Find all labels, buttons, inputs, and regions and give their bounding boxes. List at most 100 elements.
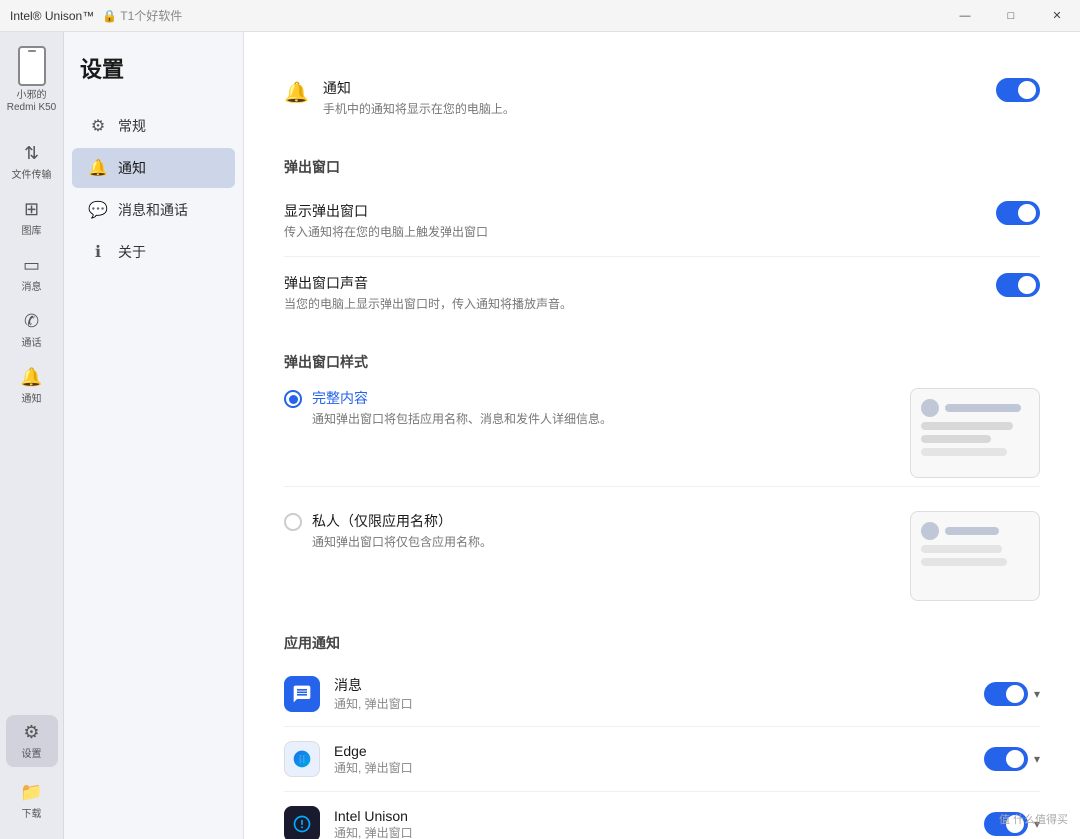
messages-app-sub: 通知, 弹出窗口 xyxy=(334,695,970,712)
main-content: 🔔 通知 手机中的通知将显示在您的电脑上。 弹出窗口 显示弹出窗口 xyxy=(244,32,1080,839)
popup-sound-title: 弹出窗口声音 xyxy=(284,273,572,293)
popup-section-label: 弹出窗口 xyxy=(284,157,1040,177)
main-notification-item: 🔔 通知 手机中的通知将显示在您的电脑上。 xyxy=(284,62,1040,133)
edge-app-name: Edge xyxy=(334,743,970,759)
sidebar-item-downloads[interactable]: 📁 下载 xyxy=(6,775,58,827)
messages-app-toggle[interactable] xyxy=(984,682,1028,706)
sidebar-item-settings[interactable]: ⚙ 设置 xyxy=(6,715,58,767)
edge-app-icon xyxy=(284,741,320,777)
titlebar-controls: — □ ✕ xyxy=(942,0,1080,32)
notifications-icon: 🔔 xyxy=(20,367,42,388)
titlebar: Intel® Unison™ 🔒 T1个好软件 — □ ✕ xyxy=(0,0,1080,32)
about-menu-icon: ℹ xyxy=(88,242,108,262)
popup-sound-toggle-track[interactable] xyxy=(996,273,1040,297)
radio-option-full[interactable]: 完整内容 通知弹出窗口将包括应用名称、消息和发件人详细信息。 xyxy=(284,380,1040,487)
popup-preview-private xyxy=(910,511,1040,601)
downloads-icon: 📁 xyxy=(20,782,42,803)
gallery-icon: ⊞ xyxy=(24,199,39,220)
edge-app-sub: 通知, 弹出窗口 xyxy=(334,759,970,776)
sidebar-item-notifications[interactable]: 🔔 通知 xyxy=(6,360,58,412)
main-notification-desc: 手机中的通知将显示在您的电脑上。 xyxy=(323,100,515,117)
radio-private-desc: 通知弹出窗口将仅包含应用名称。 xyxy=(312,533,492,550)
popup-toggle-desc: 传入通知将在您的电脑上触发弹出窗口 xyxy=(284,223,488,240)
edge-app-chevron[interactable]: ▾ xyxy=(1034,752,1040,766)
sidebar-item-gallery-label: 图库 xyxy=(22,222,42,237)
radio-option-private[interactable]: 私人（仅限应用名称） 通知弹出窗口将仅包含应用名称。 xyxy=(284,503,1040,609)
close-button[interactable]: ✕ xyxy=(1034,0,1080,32)
app-title: Intel® Unison™ xyxy=(10,9,94,23)
settings-menu-about-label: 关于 xyxy=(118,242,146,262)
radio-options: 完整内容 通知弹出窗口将包括应用名称、消息和发件人详细信息。 xyxy=(284,380,1040,609)
popup-sound-item: 弹出窗口声音 当您的电脑上显示弹出窗口时，传入通知将播放声音。 xyxy=(284,257,1040,328)
intel-app-icon xyxy=(284,806,320,839)
sidebar-item-notifications-label: 通知 xyxy=(22,390,42,405)
sidebar-item-calls[interactable]: ✆ 通话 xyxy=(6,304,58,356)
messages-app-toggle-track[interactable] xyxy=(984,682,1028,706)
popup-toggle-title: 显示弹出窗口 xyxy=(284,201,488,221)
popup-style-label: 弹出窗口样式 xyxy=(284,352,1040,372)
messages-app-icon xyxy=(284,676,320,712)
main-notification-title: 通知 xyxy=(323,78,515,98)
popup-sound-toggle[interactable] xyxy=(996,273,1040,297)
sidebar-item-downloads-label: 下载 xyxy=(22,805,42,820)
messages-app-controls: ▾ xyxy=(984,682,1040,706)
edge-app-info: Edge 通知, 弹出窗口 xyxy=(334,743,970,776)
messages-app-chevron[interactable]: ▾ xyxy=(1034,687,1040,701)
narrow-nav: 小邪的Redmi K50 ⇅ 文件传输 ⊞ 图库 ▭ 消息 ✆ 通话 🔔 通知 … xyxy=(0,32,64,839)
sidebar-item-file-transfer-label: 文件传输 xyxy=(12,166,52,181)
popup-toggle-item: 显示弹出窗口 传入通知将在您的电脑上触发弹出窗口 xyxy=(284,185,1040,257)
popup-sound-desc: 当您的电脑上显示弹出窗口时，传入通知将播放声音。 xyxy=(284,295,572,312)
watermark: 值 什么值得买 xyxy=(999,811,1068,827)
sidebar-item-messages[interactable]: ▭ 消息 xyxy=(6,248,58,300)
messages-app-name: 消息 xyxy=(334,675,970,695)
messages-icon: ▭ xyxy=(23,255,40,276)
app-notifications-section: 应用通知 消息 通知, 弹出窗口 ▾ xyxy=(284,633,1040,839)
sidebar-item-messages-label: 消息 xyxy=(22,278,42,293)
settings-menu-messages-label: 消息和通话 xyxy=(118,200,188,220)
intel-app-info: Intel Unison 通知, 弹出窗口 xyxy=(334,808,970,839)
sidebar-item-settings-label: 设置 xyxy=(22,745,42,760)
settings-sidebar: 设置 ⚙ 常规 🔔 通知 💬 消息和通话 ℹ 关于 xyxy=(64,32,244,839)
settings-menu-about[interactable]: ℹ 关于 xyxy=(72,232,235,272)
popup-preview-full xyxy=(910,388,1040,478)
radio-full-desc: 通知弹出窗口将包括应用名称、消息和发件人详细信息。 xyxy=(312,410,612,427)
app-notif-intel: Intel Unison 通知, 弹出窗口 ▾ xyxy=(284,792,1040,839)
main-notification-toggle-track[interactable] xyxy=(996,78,1040,102)
settings-menu-notifications-label: 通知 xyxy=(118,158,146,178)
nav-device: 小邪的Redmi K50 xyxy=(0,40,63,120)
settings-page-title: 设置 xyxy=(64,52,243,104)
main-notification-toggle[interactable] xyxy=(996,78,1040,102)
edge-app-toggle-track[interactable] xyxy=(984,747,1028,771)
calls-icon: ✆ xyxy=(24,311,39,332)
sidebar-item-gallery[interactable]: ⊞ 图库 xyxy=(6,192,58,244)
notifications-menu-icon: 🔔 xyxy=(88,158,108,178)
popup-section: 弹出窗口 显示弹出窗口 传入通知将在您的电脑上触发弹出窗口 弹出窗口声音 当您的 xyxy=(284,157,1040,328)
maximize-button[interactable]: □ xyxy=(988,0,1034,32)
messages-menu-icon: 💬 xyxy=(88,200,108,220)
sidebar-item-calls-label: 通话 xyxy=(22,334,42,349)
sidebar-item-file-transfer[interactable]: ⇅ 文件传输 xyxy=(6,136,58,188)
device-icon xyxy=(18,46,46,86)
popup-toggle-track[interactable] xyxy=(996,201,1040,225)
main-notification-section: 🔔 通知 手机中的通知将显示在您的电脑上。 xyxy=(284,62,1040,133)
intel-app-sub: 通知, 弹出窗口 xyxy=(334,824,970,839)
app-notif-messages: 消息 通知, 弹出窗口 ▾ xyxy=(284,661,1040,727)
edge-app-toggle[interactable] xyxy=(984,747,1028,771)
intel-app-name: Intel Unison xyxy=(334,808,970,824)
minimize-button[interactable]: — xyxy=(942,0,988,32)
settings-menu-notifications[interactable]: 🔔 通知 xyxy=(72,148,235,188)
radio-private-circle[interactable] xyxy=(284,513,302,531)
device-label: 小邪的Redmi K50 xyxy=(6,90,57,114)
file-transfer-icon: ⇅ xyxy=(24,143,39,164)
messages-app-info: 消息 通知, 弹出窗口 xyxy=(334,675,970,712)
radio-full-title: 完整内容 xyxy=(312,388,612,408)
settings-menu-general-label: 常规 xyxy=(118,116,146,136)
settings-menu-messages[interactable]: 💬 消息和通话 xyxy=(72,190,235,230)
radio-full-circle[interactable] xyxy=(284,390,302,408)
settings-menu-general[interactable]: ⚙ 常规 xyxy=(72,106,235,146)
popup-style-section: 弹出窗口样式 完整内容 通知弹出窗口将包括应用名称、消息和发件人详细信息。 xyxy=(284,352,1040,609)
app-container: 小邪的Redmi K50 ⇅ 文件传输 ⊞ 图库 ▭ 消息 ✆ 通话 🔔 通知 … xyxy=(0,32,1080,839)
app-notif-edge: Edge 通知, 弹出窗口 ▾ xyxy=(284,727,1040,792)
titlebar-subtitle: 🔒 T1个好软件 xyxy=(102,7,182,24)
popup-toggle[interactable] xyxy=(996,201,1040,225)
